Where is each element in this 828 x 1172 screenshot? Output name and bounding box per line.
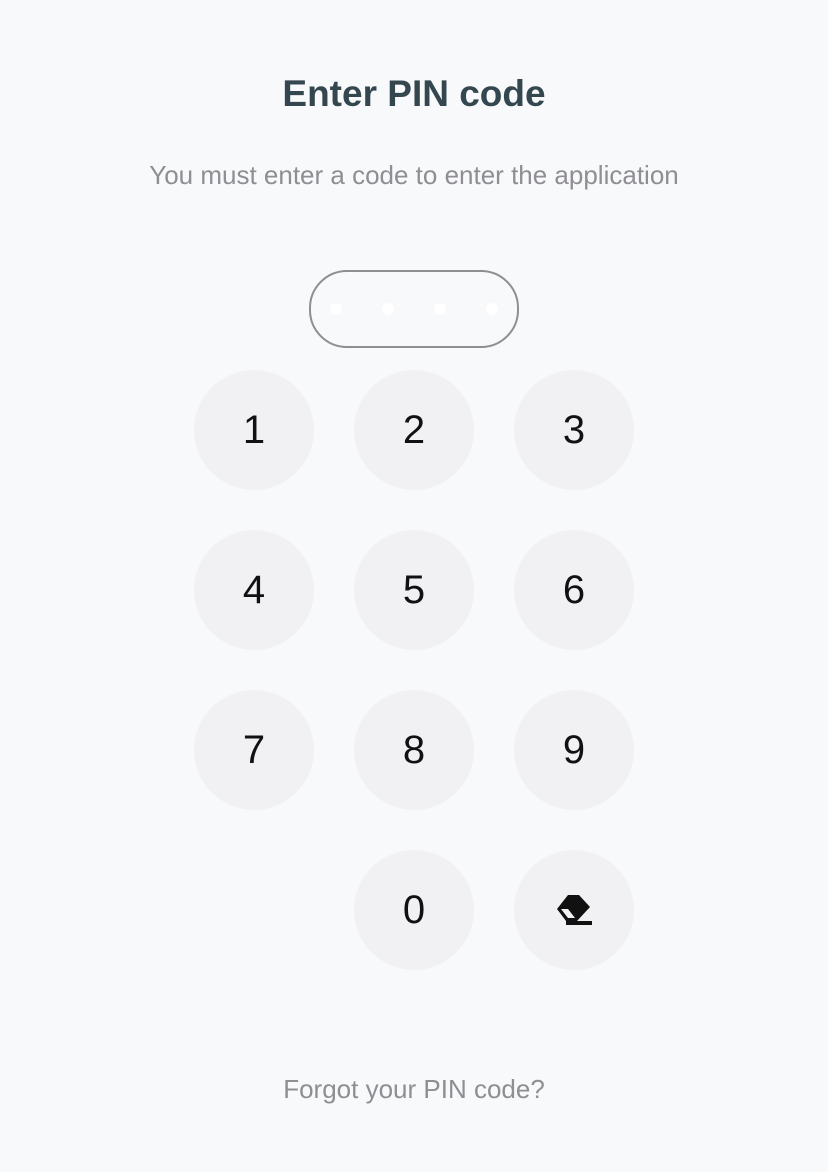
key-0[interactable]: 0	[354, 850, 474, 970]
pin-entry-screen: Enter PIN code You must enter a code to …	[0, 0, 828, 1172]
pin-dot	[434, 303, 446, 315]
key-label: 0	[402, 887, 426, 932]
key-4[interactable]: 4	[194, 530, 314, 650]
key-label: 9	[562, 727, 586, 772]
pin-dot	[330, 303, 342, 315]
key-3[interactable]: 3	[514, 370, 634, 490]
pin-dot	[486, 303, 498, 315]
pin-indicator	[309, 270, 519, 348]
key-label: 1	[242, 407, 266, 452]
forgot-pin-link[interactable]: Forgot your PIN code?	[0, 1072, 828, 1106]
key-label: 5	[402, 567, 426, 612]
key-8[interactable]: 8	[354, 690, 474, 810]
key-label: 6	[562, 567, 586, 612]
key-9[interactable]: 9	[514, 690, 634, 810]
backspace-eraser-icon	[557, 895, 592, 925]
key-7[interactable]: 7	[194, 690, 314, 810]
key-2[interactable]: 2	[354, 370, 474, 490]
key-label: 7	[242, 727, 266, 772]
page-title: Enter PIN code	[282, 73, 546, 114]
key-1[interactable]: 1	[194, 370, 314, 490]
pin-dot	[382, 303, 394, 315]
page-subtitle: You must enter a code to enter the appli…	[149, 160, 679, 190]
key-label: 2	[402, 407, 426, 452]
key-label: 4	[242, 567, 266, 612]
key-6[interactable]: 6	[514, 530, 634, 650]
key-label: 3	[562, 407, 586, 452]
key-5[interactable]: 5	[354, 530, 474, 650]
key-label: 8	[402, 727, 426, 772]
backspace-button[interactable]	[514, 850, 634, 970]
